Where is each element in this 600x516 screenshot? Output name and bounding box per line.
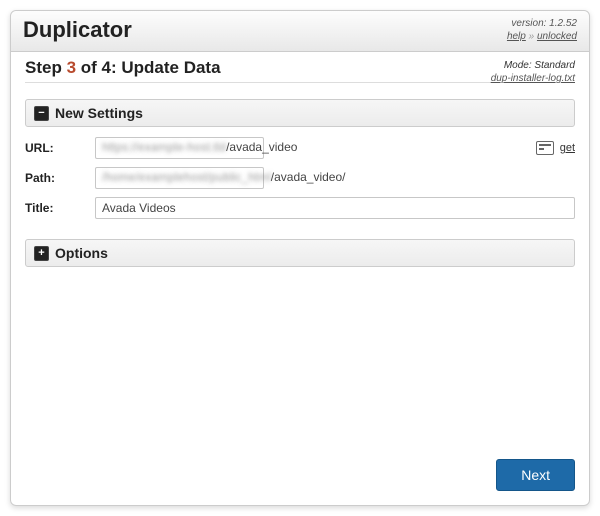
header-meta: version: 1.2.52 help » unlocked	[507, 17, 577, 43]
input-url[interactable]	[95, 137, 264, 159]
input-path[interactable]	[95, 167, 264, 189]
step-suffix: of 4: Update Data	[76, 58, 221, 77]
panel-new-settings-label: New Settings	[55, 105, 143, 121]
footer: Next	[11, 445, 589, 505]
help-link[interactable]: help	[507, 31, 526, 42]
row-url: URL: https://example-host.tld/avada_vide…	[25, 137, 575, 159]
version-label: version: 1.2.52	[507, 17, 577, 30]
panel-options[interactable]: Options	[25, 239, 575, 267]
expand-icon	[34, 246, 49, 261]
row-title: Title:	[25, 197, 575, 219]
log-link[interactable]: dup-installer-log.txt	[491, 73, 575, 84]
label-url: URL:	[25, 141, 95, 155]
settings-form: URL: https://example-host.tld/avada_vide…	[11, 137, 589, 227]
label-title: Title:	[25, 201, 95, 215]
app-title: Duplicator	[23, 17, 132, 43]
panel-new-settings[interactable]: New Settings	[25, 99, 575, 127]
get-link[interactable]: get	[560, 142, 575, 154]
next-button[interactable]: Next	[496, 459, 575, 491]
header: Duplicator version: 1.2.52 help » unlock…	[11, 11, 589, 52]
step-prefix: Step	[25, 58, 67, 77]
subheader: Mode: Standard dup-installer-log.txt Ste…	[11, 52, 589, 99]
input-title[interactable]	[95, 197, 575, 219]
collapse-icon	[34, 106, 49, 121]
input-path-visible: /avada_video/	[271, 170, 346, 184]
panel-options-label: Options	[55, 245, 108, 261]
step-number: 3	[67, 58, 76, 77]
card-icon[interactable]	[536, 141, 554, 155]
label-path: Path:	[25, 171, 95, 185]
meta-separator: »	[529, 31, 535, 42]
unlocked-link[interactable]: unlocked	[537, 31, 577, 42]
installer-card: Duplicator version: 1.2.52 help » unlock…	[10, 10, 590, 506]
row-path: Path: /home/examplehost/public_html/avad…	[25, 167, 575, 189]
